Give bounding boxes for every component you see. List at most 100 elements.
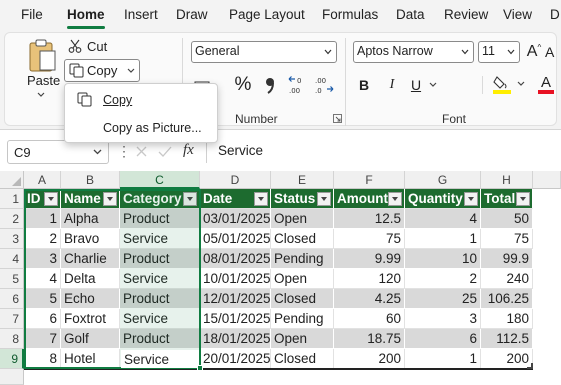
table-cell[interactable]: Product xyxy=(120,329,200,349)
row-header-2[interactable]: 2 xyxy=(0,209,24,229)
table-cell[interactable]: 7 xyxy=(24,329,61,349)
tab-view[interactable]: View xyxy=(503,7,532,22)
menu-item-copy[interactable]: Copy xyxy=(65,87,217,113)
column-header-d[interactable]: D xyxy=(200,171,271,189)
tab-insert[interactable]: Insert xyxy=(124,7,158,22)
paste-button[interactable] xyxy=(24,38,60,74)
row-header-6[interactable]: 6 xyxy=(0,289,24,309)
row-header-4[interactable]: 4 xyxy=(0,249,24,269)
table-cell[interactable]: Delta xyxy=(61,269,120,289)
column-header-b[interactable]: B xyxy=(61,171,120,189)
font-color-button[interactable]: A xyxy=(535,73,557,95)
table-cell[interactable]: Product xyxy=(120,289,200,309)
paste-chevron-down-icon[interactable] xyxy=(37,92,45,98)
table-header-cell[interactable]: Date xyxy=(200,189,271,209)
table-header-cell[interactable]: Quantity xyxy=(405,189,481,209)
row-header-3[interactable]: 3 xyxy=(0,229,24,249)
increase-decimal-button[interactable]: 0 .00 xyxy=(287,74,309,96)
column-header-g[interactable]: G xyxy=(405,171,481,189)
cancel-icon[interactable] xyxy=(135,145,148,158)
decrease-decimal-button[interactable]: .00 .0 xyxy=(313,74,335,96)
table-cell[interactable]: 240 xyxy=(481,269,533,289)
table-cell[interactable]: Open xyxy=(271,269,334,289)
filter-dropdown-icon[interactable] xyxy=(317,192,331,206)
table-cell[interactable]: 75 xyxy=(481,229,533,249)
table-cell[interactable]: Echo xyxy=(61,289,120,309)
bold-button[interactable]: B xyxy=(355,75,373,95)
table-cell[interactable]: 1 xyxy=(405,349,481,369)
insert-function-button[interactable]: fx xyxy=(183,142,194,159)
table-cell[interactable]: Closed xyxy=(271,349,334,369)
copy-chevron-down-icon[interactable] xyxy=(127,68,135,74)
filter-dropdown-icon[interactable] xyxy=(254,192,268,206)
font-name-select[interactable]: Aptos Narrow xyxy=(353,41,474,63)
table-cell[interactable]: 112.5 xyxy=(481,329,533,349)
tab-overflow[interactable]: D xyxy=(550,7,560,22)
table-cell[interactable]: 120 xyxy=(334,269,405,289)
table-cell[interactable]: 180 xyxy=(481,309,533,329)
table-cell[interactable]: 05/01/2025 xyxy=(200,229,271,249)
formula-input[interactable]: Service xyxy=(218,143,263,158)
cut-button[interactable]: Cut xyxy=(68,37,112,55)
filter-dropdown-icon[interactable] xyxy=(388,192,402,206)
table-cell[interactable]: 6 xyxy=(405,329,481,349)
filter-dropdown-icon[interactable] xyxy=(516,192,530,206)
table-cell[interactable]: Pending xyxy=(271,309,334,329)
filter-dropdown-icon[interactable] xyxy=(44,192,58,206)
table-cell[interactable]: Closed xyxy=(271,229,334,249)
table-cell[interactable]: 4.25 xyxy=(334,289,405,309)
table-cell[interactable]: 1 xyxy=(24,209,61,229)
tab-draw[interactable]: Draw xyxy=(176,7,208,22)
table-cell[interactable]: 12/01/2025 xyxy=(200,289,271,309)
column-header-h[interactable]: H xyxy=(481,171,533,189)
increase-font-size-button[interactable]: A ^ xyxy=(525,41,543,63)
more-options-icon[interactable]: ⋮ xyxy=(117,143,131,160)
table-cell[interactable]: 5 xyxy=(24,289,61,309)
table-cell[interactable]: 6 xyxy=(24,309,61,329)
enter-check-icon[interactable] xyxy=(158,145,172,158)
row-header-9[interactable]: 9 xyxy=(0,349,24,369)
fill-handle[interactable] xyxy=(197,365,203,371)
column-header-e[interactable]: E xyxy=(271,171,334,189)
table-cell[interactable]: 106.25 xyxy=(481,289,533,309)
table-cell[interactable]: 3 xyxy=(405,309,481,329)
decrease-font-size-button[interactable]: A xyxy=(545,41,561,63)
table-cell[interactable]: 03/01/2025 xyxy=(200,209,271,229)
tab-home[interactable]: Home xyxy=(67,7,105,22)
filter-dropdown-icon[interactable] xyxy=(103,192,117,206)
table-cell[interactable]: Foxtrot xyxy=(61,309,120,329)
table-cell[interactable]: Service xyxy=(120,229,200,249)
table-cell[interactable]: Bravo xyxy=(61,229,120,249)
table-cell[interactable]: Open xyxy=(271,329,334,349)
table-cell[interactable]: 4 xyxy=(24,269,61,289)
table-cell[interactable]: Charlie xyxy=(61,249,120,269)
table-cell[interactable]: 10/01/2025 xyxy=(200,269,271,289)
table-cell[interactable]: Hotel xyxy=(61,349,120,369)
table-cell[interactable]: 99.9 xyxy=(481,249,533,269)
row-header-8[interactable]: 8 xyxy=(0,329,24,349)
table-cell[interactable]: Service xyxy=(120,269,200,289)
table-cell[interactable]: 1 xyxy=(405,229,481,249)
table-cell[interactable]: 200 xyxy=(481,349,533,369)
table-cell[interactable]: 2 xyxy=(405,269,481,289)
table-header-cell[interactable]: Category xyxy=(120,189,200,209)
table-header-cell[interactable]: Total xyxy=(481,189,533,209)
number-format-select[interactable]: General xyxy=(191,41,337,63)
column-header-f[interactable]: F xyxy=(334,171,405,189)
table-cell[interactable]: 75 xyxy=(334,229,405,249)
table-cell[interactable]: 4 xyxy=(405,209,481,229)
table-cell[interactable]: Open xyxy=(271,209,334,229)
column-header-c[interactable]: C xyxy=(120,171,200,189)
tab-file[interactable]: File xyxy=(21,7,43,22)
tab-data[interactable]: Data xyxy=(396,7,425,22)
table-cell[interactable]: 9.99 xyxy=(334,249,405,269)
table-header-cell[interactable]: ID xyxy=(24,189,61,209)
table-cell[interactable]: 8 xyxy=(24,349,61,369)
table-cell[interactable]: 200 xyxy=(334,349,405,369)
menu-item-copy-as-picture[interactable]: Copy as Picture... xyxy=(65,115,217,141)
table-cell[interactable]: 20/01/2025 xyxy=(200,349,271,369)
dialog-launcher-icon[interactable] xyxy=(333,114,342,123)
column-header-a[interactable]: A xyxy=(24,171,61,189)
table-header-cell[interactable]: Amount xyxy=(334,189,405,209)
filter-dropdown-icon[interactable] xyxy=(183,192,197,206)
